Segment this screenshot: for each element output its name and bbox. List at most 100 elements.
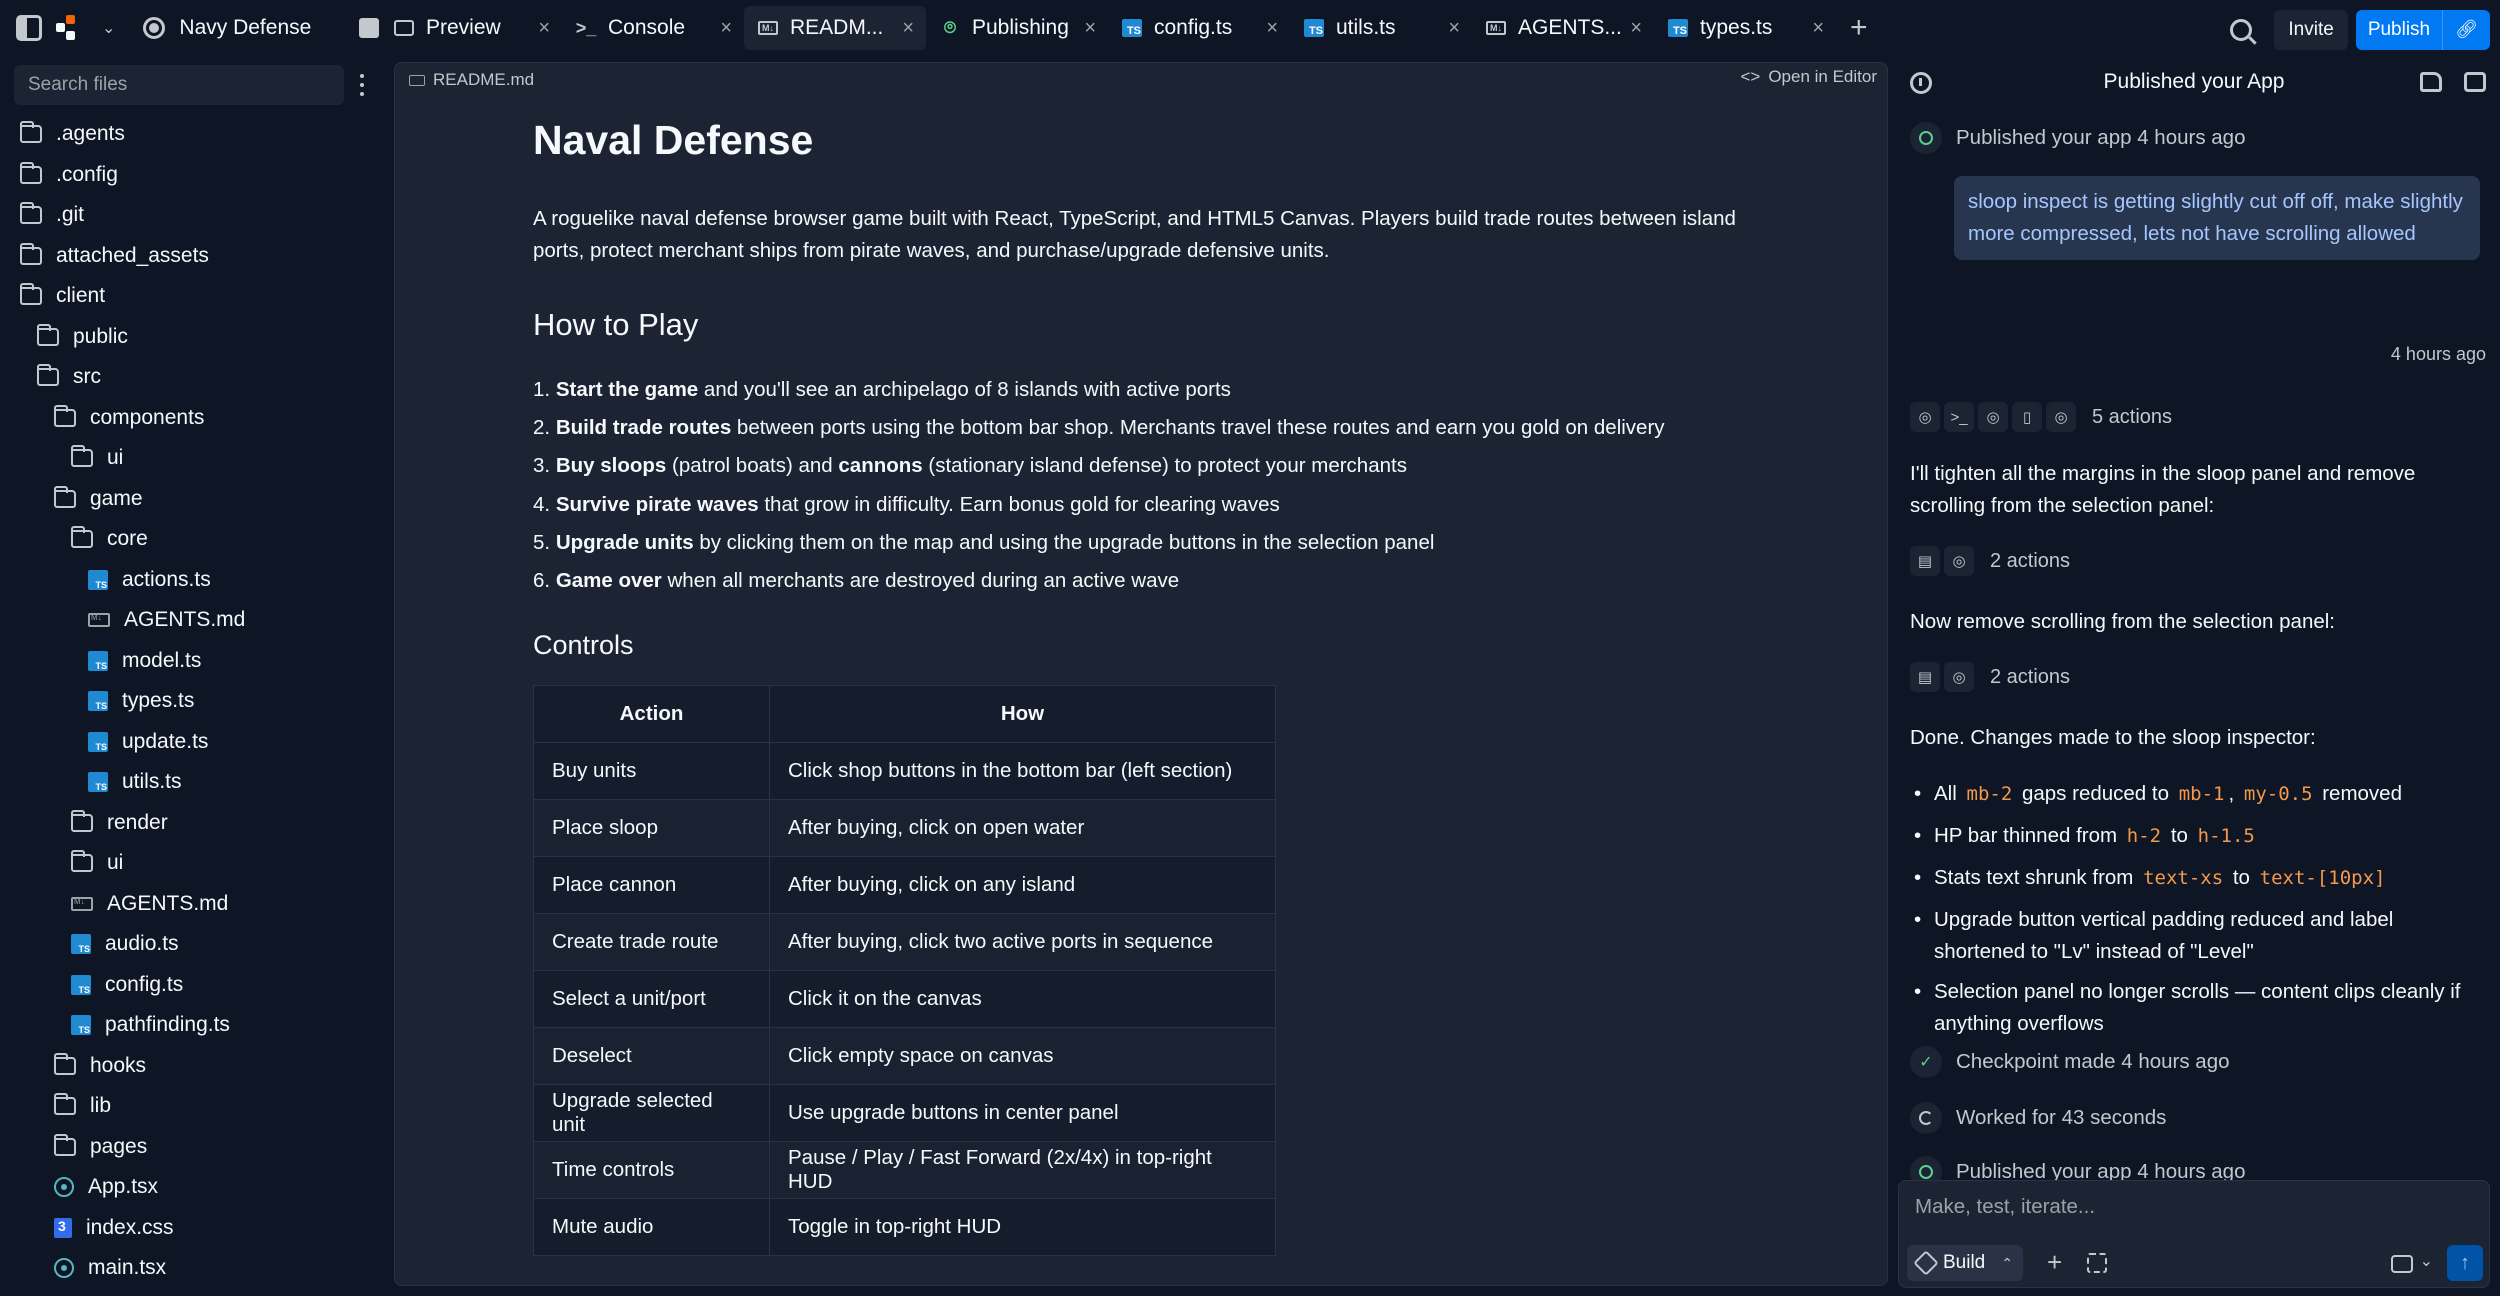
app-logo-icon[interactable]: [56, 15, 88, 41]
file-tree-item[interactable]: AGENTS.md: [0, 884, 388, 925]
file-tree-item[interactable]: utils.ts: [0, 762, 388, 803]
file-tree-item[interactable]: lib: [0, 1086, 388, 1127]
file-tree-item[interactable]: AGENTS.md: [0, 600, 388, 641]
invite-button[interactable]: Invite: [2274, 10, 2348, 50]
stop-icon[interactable]: [359, 18, 380, 38]
folder-icon: [71, 445, 93, 468]
tab-agents[interactable]: M↓ AGENTS... ×: [1472, 6, 1654, 50]
list-item-text: that grow in difficulty. Earn bonus gold…: [758, 492, 1280, 516]
code-span: mb-1: [2178, 783, 2225, 805]
code-span: h-2: [2126, 825, 2162, 847]
file-tree-item[interactable]: model.ts: [0, 641, 388, 682]
file-tree-item[interactable]: game: [0, 479, 388, 520]
table-cell-action: Deselect: [533, 1027, 770, 1086]
search-icon[interactable]: [2230, 19, 2253, 41]
close-icon[interactable]: ×: [1084, 17, 1096, 40]
list-item-text: and you'll see an archipelago of 8 islan…: [698, 378, 1231, 401]
file-tree-item[interactable]: attached_assets: [0, 236, 388, 277]
markdown-icon: [409, 74, 425, 86]
checkpoint-event[interactable]: ✓ Checkpoint made 4 hours ago: [1910, 1046, 2230, 1078]
new-chat-icon[interactable]: [2464, 72, 2486, 92]
file-tree-item[interactable]: ui: [0, 438, 388, 479]
file-tree-item[interactable]: audio.ts: [0, 924, 388, 965]
file-tree-item[interactable]: update.ts: [0, 722, 388, 763]
file-tree-item[interactable]: client: [0, 276, 388, 317]
file-tree-item[interactable]: App.tsx: [0, 1167, 388, 1208]
file-tree-item[interactable]: .agents: [0, 114, 388, 155]
editor-file-label: README.md: [409, 70, 534, 90]
tab-config-ts[interactable]: TS config.ts ×: [1108, 6, 1290, 50]
actions-summary-1[interactable]: ◎ >_ ◎ ▯ ◎ 5 actions: [1910, 402, 2172, 432]
tab-bar: Preview × >_ Console × M↓ READM... × ⌾ Publishing…: [380, 0, 1836, 56]
doc-title: Naval Defense: [533, 117, 814, 163]
file-tree-item[interactable]: main.tsx: [0, 1248, 388, 1289]
chevron-down-icon[interactable]: ⌄: [2420, 1251, 2433, 1271]
how-to-play-list: 1. Start the game and you'll see an arch…: [533, 371, 1783, 600]
typescript-file-icon: [88, 569, 108, 590]
close-icon[interactable]: ×: [1448, 17, 1460, 40]
link-icon[interactable]: 🔗︎: [2442, 10, 2490, 50]
doc-intro: A roguelike naval defense browser game b…: [533, 207, 1736, 262]
code-span: my-0.5: [2243, 783, 2313, 805]
file-tree-item[interactable]: index.css: [0, 1208, 388, 1249]
tab-types-ts[interactable]: TS types.ts ×: [1654, 6, 1836, 50]
markdown-body: Naval Defense A roguelike naval defense …: [533, 117, 1783, 1257]
typescript-file-icon: [88, 772, 108, 793]
actions-summary-3[interactable]: ▤ ◎ 2 actions: [1910, 662, 2070, 692]
table-cell-action: Place cannon: [533, 856, 770, 915]
table-header-action: Action: [533, 685, 770, 744]
change-bullet: All mb-2 gaps reduced to mb-1, my-0.5 re…: [1910, 778, 2480, 810]
file-tree-item[interactable]: ui: [0, 843, 388, 884]
file-tree-item[interactable]: components: [0, 398, 388, 439]
file-tree-item[interactable]: pages: [0, 1127, 388, 1168]
select-element-icon[interactable]: [2087, 1253, 2107, 1273]
tab-publishing[interactable]: ⌾ Publishing ×: [926, 6, 1108, 50]
file-tree-item[interactable]: config.ts: [0, 965, 388, 1006]
bullet-text: to: [2232, 866, 2250, 889]
file-tree-item-label: public: [73, 324, 128, 348]
list-item-number: 1.: [533, 378, 551, 401]
chat-input[interactable]: Make, test, iterate...: [1915, 1195, 2095, 1219]
file-tree-item-label: actions.ts: [122, 567, 211, 591]
file-tree-item[interactable]: render: [0, 803, 388, 844]
folder-icon: [20, 202, 42, 225]
close-icon[interactable]: ×: [902, 17, 914, 40]
send-button[interactable]: ↑: [2447, 1245, 2483, 1281]
tab-label: config.ts: [1154, 16, 1233, 39]
sidebar-toggle-icon[interactable]: [16, 15, 42, 41]
file-tree-item[interactable]: src: [0, 357, 388, 398]
screenshot-icon[interactable]: [2391, 1255, 2413, 1273]
file-tree-item[interactable]: types.ts: [0, 681, 388, 722]
add-tab-icon[interactable]: +: [1850, 11, 1868, 45]
more-options-icon[interactable]: [360, 74, 364, 96]
file-tree-item[interactable]: .git: [0, 195, 388, 236]
close-icon[interactable]: ×: [720, 17, 732, 40]
project-name[interactable]: Navy Defense: [179, 16, 311, 40]
publish-button[interactable]: Publish: [2356, 10, 2442, 50]
tab-utils-ts[interactable]: TS utils.ts ×: [1290, 6, 1472, 50]
tab-preview[interactable]: Preview ×: [380, 6, 562, 50]
file-tree-item[interactable]: public: [0, 317, 388, 358]
table-cell-how: Click shop buttons in the bottom bar (le…: [769, 742, 1276, 801]
list-item-number: 3.: [533, 454, 551, 478]
tab-console[interactable]: >_ Console ×: [562, 6, 744, 50]
add-attachment-icon[interactable]: +: [2047, 1247, 2062, 1278]
close-icon[interactable]: ×: [538, 17, 550, 40]
table-cell-action: Time controls: [533, 1141, 770, 1200]
file-tree-item[interactable]: pathfinding.ts: [0, 1005, 388, 1046]
close-icon[interactable]: ×: [1812, 17, 1824, 40]
announcement-icon[interactable]: [2420, 72, 2442, 92]
file-tree-item[interactable]: .config: [0, 155, 388, 196]
close-icon[interactable]: ×: [1630, 17, 1642, 40]
file-tree-item[interactable]: core: [0, 519, 388, 560]
file-search-input[interactable]: Search files: [14, 65, 344, 105]
chat-header: Published your App: [1888, 56, 2500, 112]
build-mode-button[interactable]: Build ⌃: [1907, 1245, 2023, 1281]
chevron-down-icon[interactable]: ⌄: [102, 18, 115, 38]
tab-readm[interactable]: M↓ READM... ×: [744, 6, 926, 50]
file-tree-item[interactable]: hooks: [0, 1046, 388, 1087]
file-tree-item[interactable]: actions.ts: [0, 560, 388, 601]
actions-summary-2[interactable]: ▤ ◎ 2 actions: [1910, 546, 2070, 576]
close-icon[interactable]: ×: [1266, 17, 1278, 40]
open-in-editor-button[interactable]: <> Open in Editor: [1740, 67, 1877, 87]
